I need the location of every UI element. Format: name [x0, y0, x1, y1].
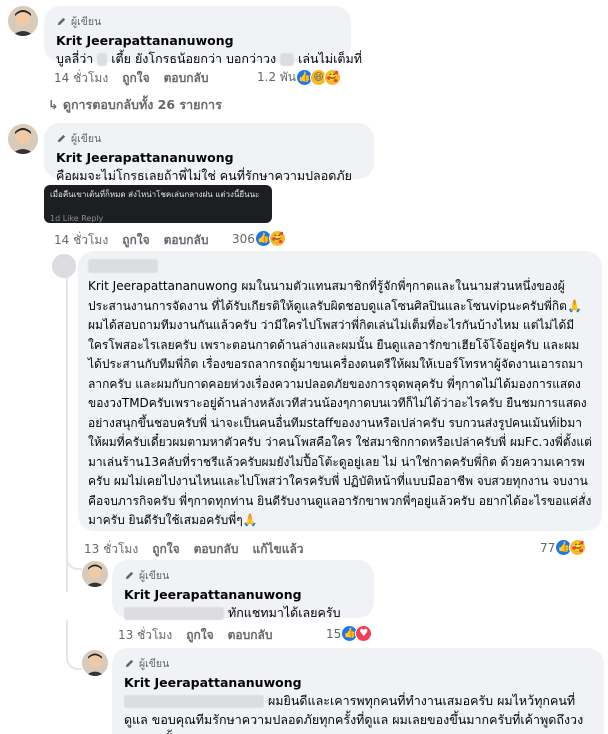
- pen-icon: [125, 571, 134, 580]
- comment-actions: 14 ชั่วโมง ถูกใจ ตอบกลับ: [54, 231, 222, 250]
- author-badge-label: ผู้เขียน: [139, 658, 170, 670]
- author-name[interactable]: Krit Jeerapattananuwong: [124, 674, 592, 691]
- author-badge: ผู้เขียน: [56, 13, 339, 30]
- thread-connector: [66, 540, 82, 570]
- comment-text: บูลลี่ว่า เตี้ย ยังโกรธน้อยกว่า บอกว่าวง…: [56, 49, 362, 69]
- author-badge: ผู้เขียน: [124, 655, 592, 672]
- redacted-author-name: [88, 259, 158, 273]
- care-reaction-icon: 🥰: [268, 230, 286, 247]
- reaction-count: 306: [232, 231, 255, 246]
- love-reaction-icon: ♥: [355, 625, 373, 642]
- view-all-replies-link[interactable]: ↳ ดูการตอบกลับทั้ง 26 รายการ: [48, 95, 222, 115]
- reaction-summary[interactable]: 77 👍 🥰: [540, 539, 587, 556]
- screenshot-text: เมื่อคืนเขาเต้นที่ก็หมด ส่งไหน่าโชคเล่นก…: [50, 190, 260, 199]
- avatar[interactable]: [82, 561, 108, 587]
- reaction-summary[interactable]: 15 👍 ♥: [326, 625, 373, 642]
- timestamp[interactable]: 14 ชั่วโมง: [54, 69, 108, 88]
- view-replies-arrow-icon: ↳: [48, 97, 59, 112]
- edited-label[interactable]: แก้ไขแล้ว: [252, 540, 303, 559]
- author-badge-label: ผู้เขียน: [139, 570, 170, 582]
- reaction-count: 15: [326, 626, 342, 641]
- attached-screenshot[interactable]: เมื่อคืนเขาเต้นที่ก็หมด ส่งไหน่าโชคเล่นก…: [44, 185, 272, 223]
- like-button[interactable]: ถูกใจ: [152, 540, 179, 559]
- comment-text: คือผมจะไม่โกรธเลยถ้าพี่ไม่ใช่ คนที่รักษา…: [56, 168, 352, 183]
- comment-actions: 13 ชั่วโมง ถูกใจ ตอบกลับ แก้ไขแล้ว: [84, 540, 318, 559]
- timestamp[interactable]: 14 ชั่วโมง: [54, 231, 108, 250]
- avatar[interactable]: [52, 254, 76, 278]
- reply-button[interactable]: ตอบกลับ: [164, 69, 209, 88]
- redacted-mention: [124, 607, 224, 620]
- comment-text: Krit Jeerapattananuwong ผมในนามตัวแทนสมา…: [88, 279, 592, 527]
- avatar[interactable]: [8, 6, 38, 36]
- comment-text-part: ทักแชทมาได้เลยครับ: [227, 605, 341, 620]
- pen-icon: [57, 134, 66, 143]
- author-name[interactable]: Krit Jeerapattananuwong: [56, 32, 339, 49]
- comment-text-part: เตี้ย ยังโกรธน้อยกว่า บอกว่าวง: [111, 51, 277, 66]
- view-replies-label: ดูการตอบกลับทั้ง 26 รายการ: [62, 97, 222, 112]
- redacted-text: [97, 53, 108, 66]
- comment-text: ทักแชทมาได้เลยครับ: [124, 603, 362, 623]
- care-reaction-icon: 🥰: [569, 539, 587, 556]
- reply-button[interactable]: ตอบกลับ: [164, 231, 209, 250]
- author-badge: ผู้เขียน: [56, 130, 362, 147]
- author-name[interactable]: Krit Jeerapattananuwong: [124, 586, 362, 603]
- comment-text: ผมยินดีและเคารพทุกคนที่ทำงานเสมอครับ ผมไ…: [124, 691, 592, 734]
- comment-text-part: บูลลี่ว่า: [56, 51, 94, 66]
- author-badge-label: ผู้เขียน: [71, 133, 102, 145]
- reaction-count: 1.2 พัน: [257, 70, 297, 84]
- like-button[interactable]: ถูกใจ: [122, 69, 149, 88]
- redacted-mention: [124, 695, 264, 708]
- pen-icon: [57, 17, 66, 26]
- like-button[interactable]: ถูกใจ: [122, 231, 149, 250]
- comment-actions: 14 ชั่วโมง ถูกใจ ตอบกลับ: [54, 69, 222, 88]
- author-name[interactable]: Krit Jeerapattananuwong: [56, 149, 362, 166]
- reply-button[interactable]: ตอบกลับ: [228, 626, 273, 645]
- redacted-text: [280, 53, 295, 66]
- timestamp[interactable]: 13 ชั่วโมง: [118, 626, 172, 645]
- avatar[interactable]: [82, 650, 108, 676]
- comment-bubble: ผู้เขียน Krit Jeerapattananuwong ผมยินดี…: [112, 648, 604, 734]
- pen-icon: [125, 659, 134, 668]
- reaction-count: 77: [540, 540, 556, 555]
- care-reaction-icon: 🥰: [324, 69, 342, 86]
- author-badge-label: ผู้เขียน: [71, 16, 102, 28]
- comment-text-part: เล่นไม่เต็มที่: [298, 51, 362, 66]
- author-badge: ผู้เขียน: [124, 567, 362, 584]
- avatar[interactable]: [8, 124, 38, 154]
- like-button[interactable]: ถูกใจ: [186, 626, 213, 645]
- thread-connector: [66, 620, 82, 670]
- reaction-summary[interactable]: 306 👍 🥰: [232, 230, 286, 247]
- comment-bubble: ผู้เขียน Krit Jeerapattananuwong คือผมจะ…: [44, 123, 374, 183]
- comment-bubble: ผู้เขียน Krit Jeerapattananuwong ทักแชทม…: [112, 560, 374, 620]
- reaction-summary[interactable]: 1.2 พัน 👍 😆 🥰: [257, 68, 342, 87]
- timestamp[interactable]: 13 ชั่วโมง: [84, 540, 138, 559]
- comment-actions: 13 ชั่วโมง ถูกใจ ตอบกลับ: [118, 626, 286, 645]
- screenshot-meta: 1d Like Reply: [50, 214, 104, 223]
- reply-button[interactable]: ตอบกลับ: [194, 540, 239, 559]
- comment-bubble: Krit Jeerapattananuwong ผมในนามตัวแทนสมา…: [78, 251, 602, 531]
- comment-bubble: ผู้เขียน Krit Jeerapattananuwong บูลลี่ว…: [44, 6, 362, 66]
